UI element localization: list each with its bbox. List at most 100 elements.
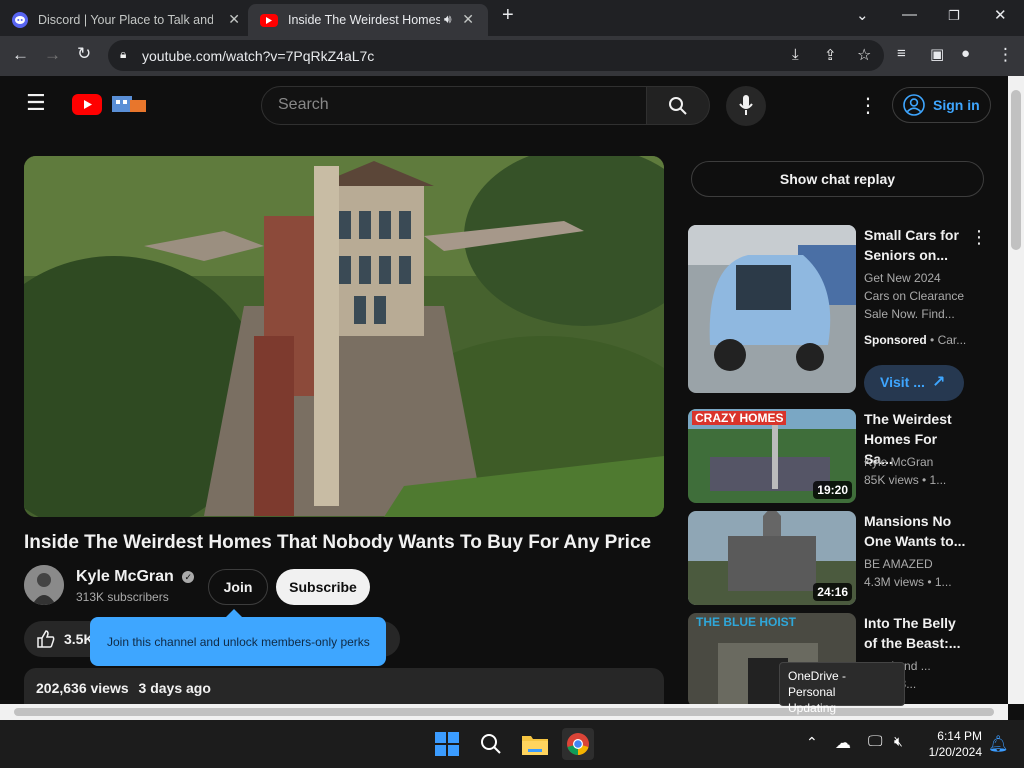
clock-date: 1/20/2024 [928, 745, 982, 759]
search-input[interactable]: Search [261, 86, 647, 125]
join-button[interactable]: Join [208, 569, 268, 605]
thumbnail-caption: THE BLUE HOIST [696, 615, 797, 629]
vertical-scrollbar[interactable] [1008, 76, 1024, 704]
lock-icon: 🔒︎ [120, 47, 127, 61]
sign-in-label: Sign in [933, 97, 980, 113]
video-duration: 24:16 [813, 583, 852, 601]
more-options-icon[interactable]: ⋮ [970, 227, 988, 248]
thumbs-up-icon [37, 630, 55, 648]
channel-avatar[interactable] [24, 565, 64, 605]
close-window-button[interactable]: ✕ [994, 6, 1007, 24]
system-clock[interactable]: 6:14 PM 1/20/2024 [914, 728, 982, 760]
speaker-icon[interactable]: 🔊︎ [444, 12, 452, 27]
subscriber-count: 313K subscribers [76, 590, 169, 604]
tooltip-line: Updating [788, 701, 837, 715]
description-box[interactable]: 202,636 views 3 days ago [24, 668, 664, 704]
back-icon[interactable]: ← [12, 45, 29, 65]
search-icon [669, 97, 687, 115]
join-tooltip: Join this channel and unlock members-onl… [90, 609, 386, 666]
video-card-channel[interactable]: Kyle McGran [864, 453, 968, 471]
notification-bell-icon[interactable]: 🔔︎ [988, 734, 1008, 754]
video-card-stats: 85K views • 1... [864, 473, 947, 487]
voice-search-button[interactable] [726, 86, 766, 126]
media-control-icon[interactable]: ≡ [897, 45, 906, 62]
taskbar-search-button[interactable] [475, 728, 507, 760]
settings-menu-icon[interactable]: ⋮ [858, 93, 878, 118]
video-duration: 19:20 [813, 481, 852, 499]
share-icon[interactable]: ⇪ [824, 46, 837, 64]
bookmark-star-icon[interactable]: ☆ [857, 45, 871, 65]
file-explorer-button[interactable] [519, 728, 551, 760]
volume-muted-icon[interactable]: 🔇︎ [894, 733, 903, 750]
show-hidden-icons-chevron[interactable]: ⌃ [806, 734, 818, 751]
video-thumbnail[interactable]: 24:16 [688, 511, 856, 605]
ad-source: Car... [937, 333, 967, 347]
forward-icon[interactable]: → [44, 45, 61, 65]
video-frame-image [24, 156, 664, 517]
tab-discord[interactable]: Discord | Your Place to Talk and Hang Ou… [0, 4, 248, 36]
browser-toolbar: ← → ↻ 🔒︎ youtube.com/watch?v=7PqRkZ4aL7c… [0, 36, 1024, 76]
hamburger-menu-icon[interactable]: ☰ [26, 92, 46, 114]
close-tab-icon[interactable]: ✕ [228, 11, 240, 28]
search-button[interactable] [646, 86, 710, 125]
microphone-icon [739, 95, 753, 115]
folder-icon [522, 736, 548, 755]
video-card-title[interactable]: Mansions No One Wants to... [864, 511, 968, 551]
windows-icon [435, 732, 459, 756]
show-chat-replay-button[interactable]: Show chat replay [691, 161, 984, 197]
browser-tab-bar: Discord | Your Place to Talk and Hang Ou… [0, 0, 1024, 36]
tab-youtube-title: Inside The Weirdest Homes That Nobody Wa… [288, 13, 440, 27]
onedrive-icon[interactable]: ☁ [835, 733, 851, 753]
thumbnail-caption: CRAZY HOMES [692, 411, 787, 425]
youtube-logo[interactable] [72, 94, 102, 115]
tab-youtube[interactable]: Inside The Weirdest Homes That Nobody Wa… [248, 4, 488, 36]
video-player[interactable] [24, 156, 664, 517]
profile-icon[interactable]: ● [961, 45, 970, 62]
video-card-channel[interactable]: BE AMAZED [864, 555, 968, 573]
ad-description: Get New 2024 Cars on Clearance Sale Now.… [864, 271, 965, 321]
scrollbar-thumb[interactable] [1011, 90, 1021, 250]
sign-in-button[interactable]: Sign in [892, 87, 991, 123]
onedrive-tooltip: OneDrive - Personal Updating [779, 662, 905, 715]
external-link-icon: ↗ [932, 374, 946, 391]
chrome-icon [567, 733, 589, 755]
reload-icon[interactable]: ↻ [77, 44, 91, 64]
video-card-stats: 4.3M views • 1... [864, 575, 952, 589]
sidebar-video-card[interactable]: 24:16 Mansions No One Wants to... BE AMA… [688, 511, 988, 605]
tooltip-line: OneDrive - Personal [788, 669, 847, 699]
sponsored-label: Sponsored [864, 333, 927, 347]
tab-discord-title: Discord | Your Place to Talk and Hang Ou… [38, 13, 213, 27]
video-thumbnail[interactable]: CRAZY HOMES 19:20 [688, 409, 856, 503]
minimize-button[interactable]: — [902, 6, 917, 23]
chrome-menu-icon[interactable]: ⋮ [997, 45, 1014, 65]
install-icon[interactable]: ⤓ [792, 46, 799, 63]
youtube-icon [260, 13, 278, 27]
chrome-taskbar-button[interactable] [562, 728, 594, 760]
close-tab-icon[interactable]: ✕ [462, 11, 474, 28]
youtube-page: ☰ Search ⋮ Sign in Inside The Weirdest H… [0, 76, 1008, 704]
visit-site-button[interactable]: Visit ... ↗ [864, 365, 964, 401]
start-button[interactable] [431, 728, 463, 760]
verified-icon: ✓ [182, 571, 195, 583]
new-tab-button[interactable]: + [502, 4, 514, 27]
discord-icon [12, 12, 28, 28]
search-icon [481, 734, 501, 754]
url-text[interactable]: youtube.com/watch?v=7PqRkZ4aL7c [142, 48, 374, 64]
video-card-title[interactable]: Into The Belly of the Beast:... [864, 613, 968, 653]
channel-name[interactable]: Kyle McGran ✓ [76, 568, 195, 586]
video-title: Inside The Weirdest Homes That Nobody Wa… [24, 532, 652, 553]
upload-date: 3 days ago [138, 680, 211, 696]
tab-search-icon[interactable]: ⌄ [856, 6, 869, 24]
sidebar-video-card[interactable]: CRAZY HOMES 19:20 The Weirdest Homes For… [688, 409, 988, 503]
sidebar-ad-card[interactable]: Small Cars for Seniors on... ⋮ Get New 2… [688, 225, 988, 401]
address-bar[interactable]: 🔒︎ youtube.com/watch?v=7PqRkZ4aL7c ⤓ ⇪ ☆ [108, 40, 884, 71]
side-panel-icon[interactable]: ▣ [930, 45, 944, 63]
ad-sponsor-line: Sponsored • Car... [864, 333, 967, 347]
subscribe-button[interactable]: Subscribe [276, 569, 370, 605]
youtube-doodle-logo[interactable] [110, 92, 150, 116]
ad-title[interactable]: Small Cars for Seniors on... [864, 225, 968, 265]
network-icon[interactable]: 🖵︎ [868, 733, 882, 750]
restore-button[interactable]: ❐ [948, 8, 960, 24]
windows-taskbar: ⌃ ☁ 🖵︎ 🔇︎ 6:14 PM 1/20/2024 🔔︎ [0, 720, 1024, 768]
ad-thumbnail[interactable] [688, 225, 856, 393]
